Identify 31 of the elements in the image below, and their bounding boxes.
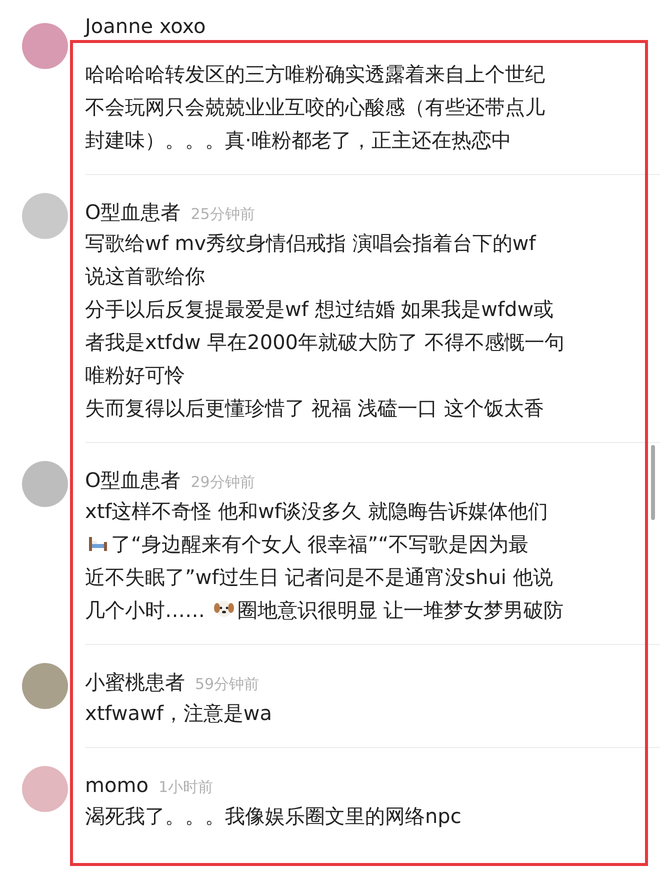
timestamp: 1小时前 [158,778,213,796]
username[interactable]: O型血患者 [85,200,181,224]
comment-text: 几个小时…… [85,598,206,622]
comment-text: 者我是xtfdw 早在2000年就破大防了 不得不感慨一句 [85,329,564,356]
comment-text: 不会玩网只会兢兢业业互咬的心酸感（有些还带点儿 [85,94,545,121]
comment-text: 圈地意识很明显 让一堆梦女梦男破防 [237,598,564,622]
avatar[interactable] [22,461,68,507]
comment-text: 说这首歌给你 [85,263,205,290]
username[interactable]: momo [85,773,148,797]
comment-text: 分手以后反复提最爱是wf 想过结婚 如果我是wfdw或 [85,296,554,323]
comment-text: xtf这样不奇怪 他和wf谈没多久 就隐晦告诉媒体他们 [85,498,548,525]
username[interactable]: 小蜜桃患者 [85,670,185,694]
comment-text: 封建味）。。。真·唯粉都老了，正主还在热恋中 [85,127,512,154]
timestamp: 25分钟前 [190,205,255,223]
comment-text: 失而复得以后更懂珍惜了 祝福 浅磕一口 这个饭太香 [85,395,544,422]
username[interactable]: O型血患者 [85,468,181,492]
comment-text: 了“身边醒来有个女人 很幸福”“不写歌是因为最 [111,532,528,556]
comment-text: 近不失眠了”wf过生日 记者问是不是通宵没shui 他说 [85,564,553,591]
avatar[interactable] [22,766,68,812]
avatar[interactable] [22,663,68,709]
comment-text: 哈哈哈哈转发区的三方唯粉确实透露着来自上个世纪 [85,61,545,88]
timestamp: 29分钟前 [190,473,255,491]
comment-text: 渴死我了。。。我像娱乐圈文里的网络npc [85,803,462,830]
comment-text: 写歌给wf mv秀纹身情侣戒指 演唱会指着台下的wf [85,230,536,257]
comment-text: xtfwawf，注意是wa [85,700,272,727]
avatar[interactable] [22,23,68,69]
dog-face-icon [213,598,236,620]
timestamp: 59分钟前 [195,675,260,693]
comment-text: 唯粉好可怜 [85,362,185,389]
username[interactable]: Joanne xoxo [85,14,206,38]
avatar[interactable] [22,193,68,239]
